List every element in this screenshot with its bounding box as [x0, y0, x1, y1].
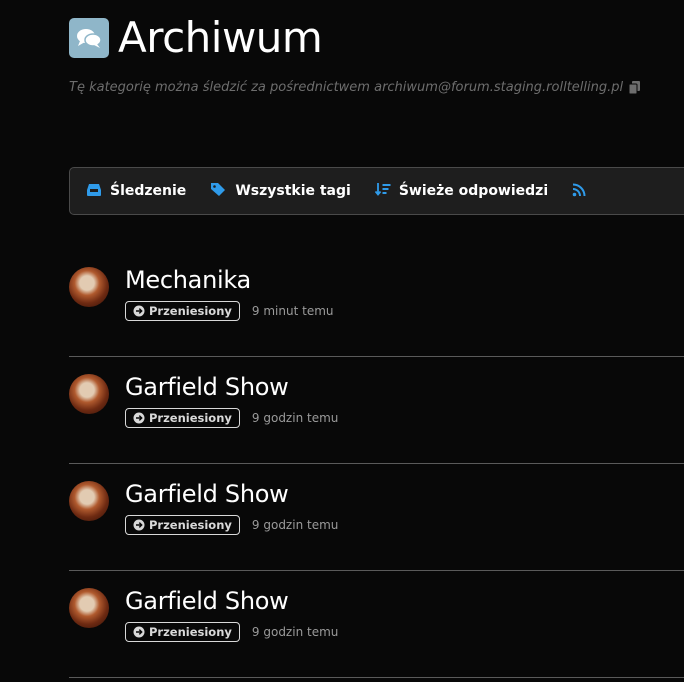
topic-meta: Przeniesiony 9 godzin temu [125, 408, 338, 428]
topic-time: 9 godzin temu [251, 411, 339, 425]
badge-label: Przeniesiony [149, 304, 232, 318]
arrow-circle-right-icon [133, 519, 145, 531]
tag-icon [210, 182, 227, 201]
topic-row[interactable]: Mechanika Przeniesiony 9 minut temu [69, 250, 684, 357]
all-tags-label: Wszystkie tagi [235, 183, 351, 199]
status-badge: Przeniesiony [125, 515, 240, 535]
topic-title[interactable]: Mechanika [125, 266, 251, 294]
comments-icon [69, 18, 109, 58]
status-badge: Przeniesiony [125, 301, 240, 321]
avatar[interactable] [69, 481, 109, 521]
arrow-circle-right-icon [133, 626, 145, 638]
rss-icon [572, 182, 586, 201]
arrow-circle-right-icon [133, 305, 145, 317]
rss-button[interactable] [572, 182, 586, 201]
follow-button[interactable]: Śledzenie [86, 182, 186, 201]
badge-label: Przeniesiony [149, 625, 232, 639]
topic-meta: Przeniesiony 9 godzin temu [125, 622, 338, 642]
category-header: Archiwum [69, 13, 323, 62]
arrow-circle-right-icon [133, 412, 145, 424]
avatar[interactable] [69, 374, 109, 414]
inbox-icon [86, 182, 102, 201]
topic-row[interactable]: Garfield Show Przeniesiony 9 godzin temu [69, 357, 684, 464]
category-toolbar: Śledzenie Wszystkie tagi Świeże odpowied… [69, 167, 684, 215]
topic-title[interactable]: Garfield Show [125, 373, 289, 401]
topic-meta: Przeniesiony 9 minut temu [125, 301, 334, 321]
topic-list: Mechanika Przeniesiony 9 minut temu Garf… [69, 250, 684, 678]
subtitle-text: Tę kategorię można śledzić za pośrednict… [69, 80, 624, 95]
avatar[interactable] [69, 588, 109, 628]
follow-label: Śledzenie [110, 183, 187, 199]
topic-meta: Przeniesiony 9 godzin temu [125, 515, 338, 535]
category-email-info: Tę kategorię można śledzić za pośrednict… [69, 80, 641, 95]
topic-row[interactable]: Garfield Show Przeniesiony 9 godzin temu [69, 571, 684, 678]
topic-row[interactable]: Garfield Show Przeniesiony 9 godzin temu [69, 464, 684, 571]
topic-time: 9 godzin temu [251, 518, 339, 532]
page-title: Archiwum [118, 13, 323, 62]
sort-amount-down-icon [374, 182, 391, 201]
avatar[interactable] [69, 267, 109, 307]
status-badge: Przeniesiony [125, 622, 240, 642]
copy-icon[interactable] [629, 81, 641, 94]
recent-replies-button[interactable]: Świeże odpowiedzi [374, 182, 549, 201]
badge-label: Przeniesiony [149, 518, 232, 532]
topic-title[interactable]: Garfield Show [125, 587, 289, 615]
topic-time: 9 minut temu [251, 304, 334, 318]
status-badge: Przeniesiony [125, 408, 240, 428]
all-tags-button[interactable]: Wszystkie tagi [210, 182, 351, 201]
topic-time: 9 godzin temu [251, 625, 339, 639]
topic-title[interactable]: Garfield Show [125, 480, 289, 508]
badge-label: Przeniesiony [149, 411, 232, 425]
recent-replies-label: Świeże odpowiedzi [398, 183, 549, 199]
